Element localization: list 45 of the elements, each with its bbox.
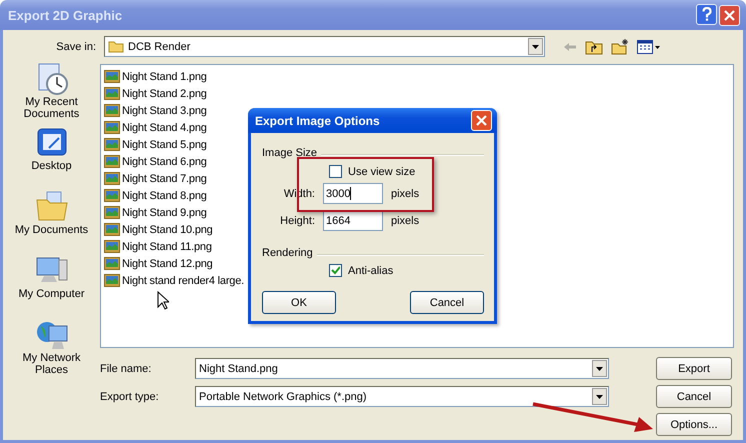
dialog-title: Export Image Options xyxy=(255,114,380,128)
file-item[interactable]: Night Stand 7.png xyxy=(122,172,207,184)
options-button[interactable]: Options... xyxy=(656,413,732,436)
unit-label: pixels xyxy=(391,214,420,226)
place-label: Desktop xyxy=(30,160,73,172)
export-type-label: Export type: xyxy=(100,390,160,402)
field-label: Height: xyxy=(279,214,315,226)
group-label: Rendering xyxy=(262,247,313,259)
places-item[interactable]: My Documents xyxy=(3,190,100,254)
ok-button[interactable]: OK xyxy=(262,291,336,314)
height-field[interactable]: 1664 xyxy=(323,210,383,231)
places-item[interactable]: Desktop xyxy=(3,126,100,190)
unit-label: pixels xyxy=(391,188,420,200)
window-title: Export 2D Graphic xyxy=(8,8,122,22)
file-item[interactable]: Night Stand 4.png xyxy=(122,122,207,134)
checkbox-label: Use view size xyxy=(348,166,416,178)
cancel-button[interactable]: Cancel xyxy=(656,385,732,408)
file-item[interactable]: Night stand render4 large. xyxy=(122,274,244,286)
file-name-label: File name: xyxy=(100,362,152,374)
file-item[interactable]: Night Stand 2.png xyxy=(122,88,207,100)
save-in-label: Save in: xyxy=(55,40,96,52)
place-label: My Documents xyxy=(14,224,90,236)
export-button[interactable]: Export xyxy=(656,357,732,380)
group-label: Image Size xyxy=(262,147,318,159)
file-item[interactable]: Night Stand 6.png xyxy=(122,156,207,168)
file-item[interactable]: Night Stand 5.png xyxy=(122,138,207,150)
place-label: My Computer xyxy=(17,288,86,300)
save-in-dropdown[interactable]: DCB Render xyxy=(104,36,545,57)
place-label: My Network Places xyxy=(21,352,82,376)
file-item[interactable]: Night Stand 8.png xyxy=(122,190,207,202)
file-item[interactable]: Night Stand 3.png xyxy=(122,104,207,116)
place-label: My Recent Documents xyxy=(22,96,80,120)
file-item[interactable]: Night Stand 11.png xyxy=(122,240,212,252)
cancel-button[interactable]: Cancel xyxy=(410,291,484,314)
places-item[interactable]: My Computer xyxy=(3,254,100,318)
file-item[interactable]: Night Stand 12.png xyxy=(122,258,213,270)
export-type-dropdown[interactable]: Portable Network Graphics (*.png) xyxy=(195,386,609,407)
file-item[interactable]: Night Stand 10.png xyxy=(122,224,213,236)
width-field[interactable]: 3000 xyxy=(323,183,383,204)
file-item[interactable]: Night Stand 9.png xyxy=(122,206,207,218)
places-item[interactable]: My Recent Documents xyxy=(3,62,100,126)
checkbox-label: Anti-alias xyxy=(348,264,394,276)
file-name-field[interactable]: Night Stand.png xyxy=(195,358,609,379)
places-item[interactable]: My Network Places xyxy=(3,318,100,382)
file-item[interactable]: Night Stand 1.png xyxy=(122,70,207,82)
